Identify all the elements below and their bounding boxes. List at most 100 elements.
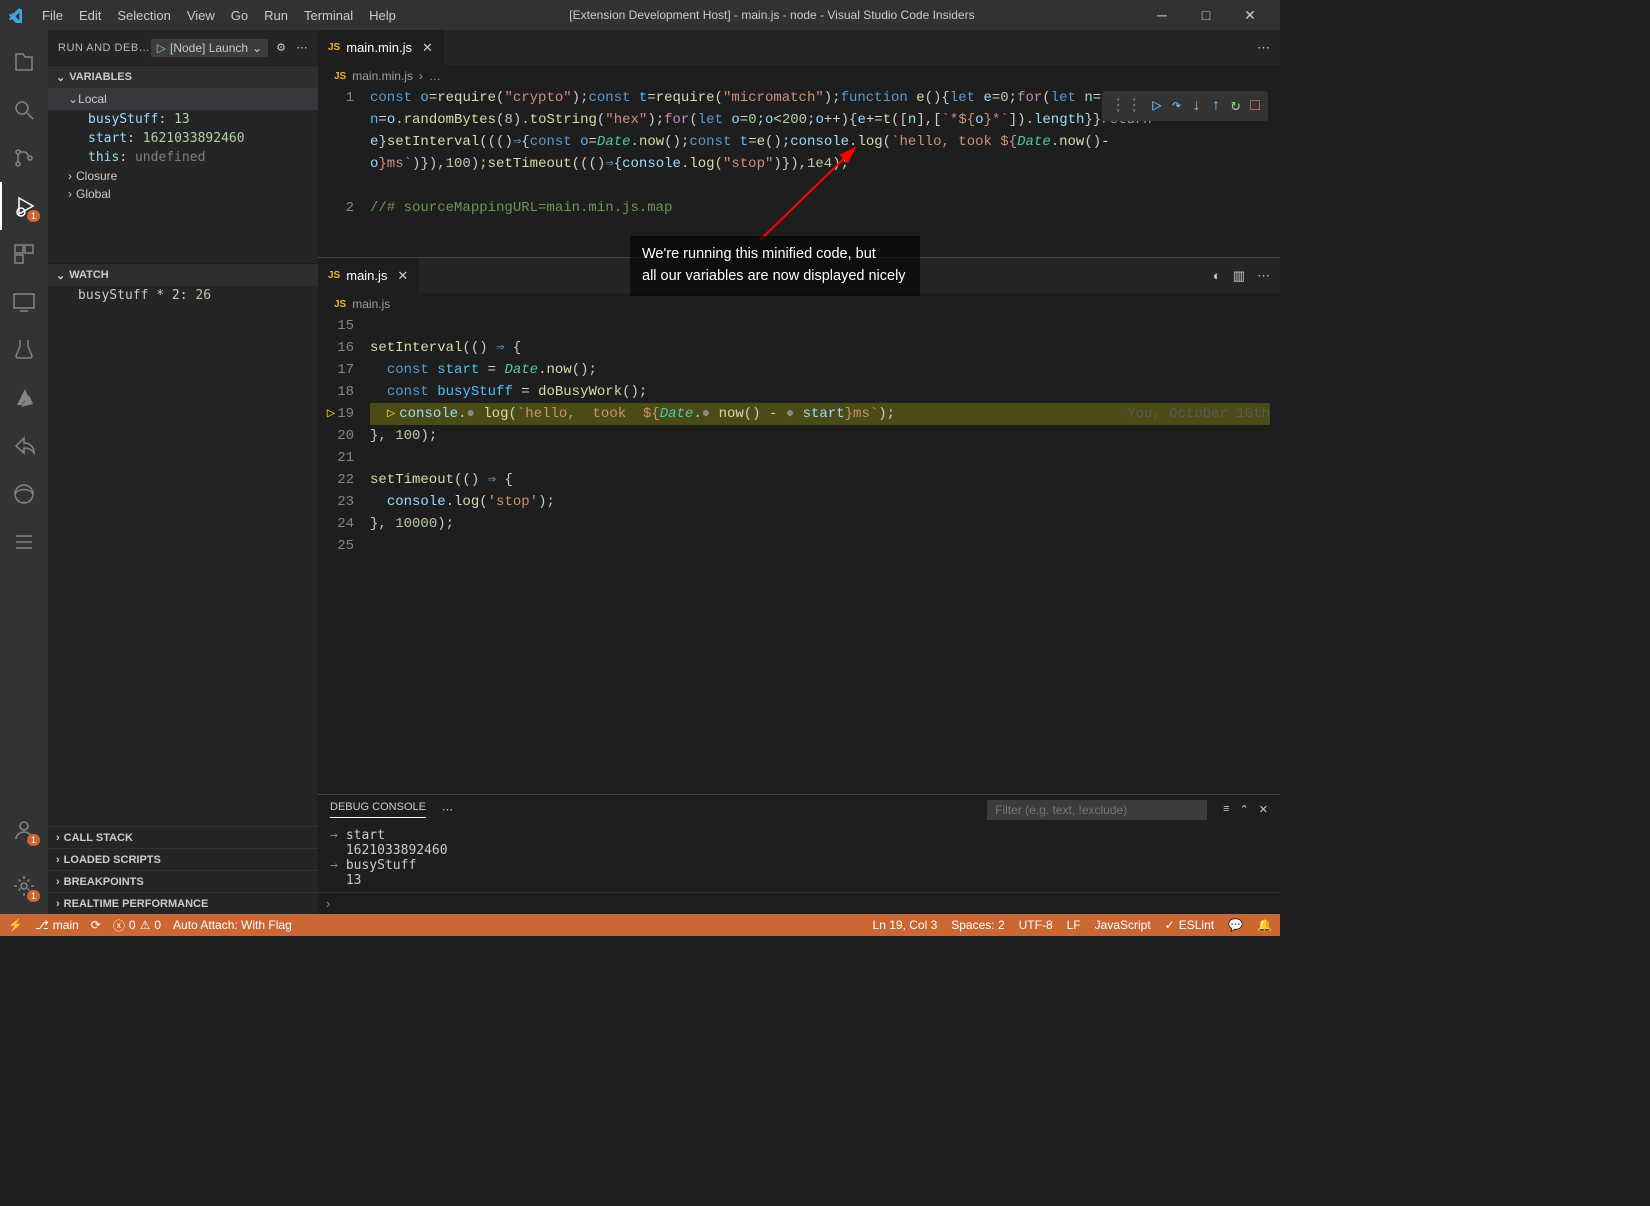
menu-terminal[interactable]: Terminal bbox=[296, 8, 361, 23]
console-row: 13 bbox=[330, 873, 1268, 888]
code-line[interactable]: }, 10000); bbox=[370, 513, 1270, 535]
debug-console-body[interactable]: →start 1621033892460→busyStuff 13 bbox=[318, 824, 1280, 892]
continue-icon[interactable]: ▷ bbox=[1152, 95, 1162, 117]
drag-handle-icon[interactable]: ⋮⋮ bbox=[1110, 95, 1142, 117]
sidebar-section[interactable]: ›CALL STACK bbox=[48, 826, 318, 848]
code-line[interactable]: ▷console.● log(`hello, took ${Date.● now… bbox=[370, 403, 1270, 425]
source-control-icon[interactable] bbox=[0, 134, 48, 182]
variables-local[interactable]: ⌄Local bbox=[48, 88, 318, 110]
sidebar-section[interactable]: ›REALTIME PERFORMANCE bbox=[48, 892, 318, 914]
variables-header[interactable]: ⌄VARIABLES bbox=[48, 66, 318, 88]
menu-run[interactable]: Run bbox=[256, 8, 296, 23]
share-icon[interactable] bbox=[0, 422, 48, 470]
indentation-button[interactable]: Spaces: 2 bbox=[951, 918, 1004, 932]
language-button[interactable]: JavaScript bbox=[1095, 918, 1151, 932]
breadcrumb-bottom[interactable]: JS main.js bbox=[318, 293, 1280, 315]
menu-help[interactable]: Help bbox=[361, 8, 404, 23]
variables-closure[interactable]: ›Closure bbox=[48, 167, 318, 185]
launch-config-select[interactable]: ▷ [Node] Launch ⌄ bbox=[151, 39, 268, 57]
debug-console-input[interactable]: › bbox=[318, 892, 1280, 914]
menu-view[interactable]: View bbox=[179, 8, 223, 23]
run-debug-label: RUN AND DEB… bbox=[58, 42, 151, 54]
code-bottom[interactable]: setInterval(() ⇒ { const start = Date.no… bbox=[370, 315, 1280, 794]
code-line[interactable]: }, 100); bbox=[370, 425, 1270, 447]
more-icon[interactable]: ⋯ bbox=[1257, 268, 1270, 284]
problems-button[interactable]: ⓧ 0 ⚠ 0 bbox=[113, 917, 161, 934]
breadcrumb-top[interactable]: JS main.min.js › … bbox=[318, 65, 1280, 87]
more-icon[interactable]: ⋯ bbox=[297, 41, 309, 54]
code-line[interactable]: console.log('stop'); bbox=[370, 491, 1270, 513]
debug-console-filter[interactable] bbox=[987, 800, 1207, 820]
arrow-icon bbox=[730, 140, 870, 250]
account-icon[interactable]: 1 bbox=[0, 806, 48, 854]
explorer-icon[interactable] bbox=[0, 38, 48, 86]
azure-icon[interactable] bbox=[0, 374, 48, 422]
minimize-icon[interactable]: ─ bbox=[1140, 7, 1184, 24]
eol-button[interactable]: LF bbox=[1067, 918, 1081, 932]
compare-icon[interactable]: ◐ bbox=[1213, 268, 1221, 283]
bell-icon[interactable]: 🔔 bbox=[1257, 918, 1272, 932]
settings-icon[interactable]: 1 bbox=[0, 862, 48, 910]
editor-bottom[interactable]: 15161718▷19202122232425 setInterval(() ⇒… bbox=[318, 315, 1280, 794]
code-line[interactable]: const busyStuff = doBusyWork(); bbox=[370, 381, 1270, 403]
auto-attach-button[interactable]: Auto Attach: With Flag bbox=[173, 918, 292, 932]
close-icon[interactable]: ✕ bbox=[1228, 7, 1272, 24]
stop-icon[interactable]: □ bbox=[1250, 95, 1260, 117]
more-icon[interactable]: ⋯ bbox=[442, 803, 453, 816]
run-debug-icon[interactable]: 1 bbox=[0, 182, 48, 230]
tab-close-icon[interactable]: ✕ bbox=[397, 268, 408, 284]
variables-global[interactable]: ›Global bbox=[48, 185, 318, 203]
variable-item[interactable]: start: 1621033892460 bbox=[48, 129, 318, 148]
chevron-up-icon[interactable]: ⌃ bbox=[1240, 803, 1249, 816]
branch-button[interactable]: ⎇ main bbox=[35, 918, 79, 932]
code-line[interactable] bbox=[370, 535, 1270, 557]
step-over-icon[interactable]: ↷ bbox=[1172, 95, 1182, 117]
titlebar: File Edit Selection View Go Run Terminal… bbox=[0, 0, 1280, 30]
remote-button[interactable]: ⚡ bbox=[8, 918, 23, 932]
variable-item[interactable]: busyStuff: 13 bbox=[48, 110, 318, 129]
code-line[interactable] bbox=[370, 447, 1270, 469]
step-into-icon[interactable]: ↓ bbox=[1192, 95, 1202, 117]
debug-badge: 1 bbox=[27, 210, 40, 222]
tab-close-icon[interactable]: ✕ bbox=[422, 40, 433, 56]
console-row: →start bbox=[330, 828, 1268, 843]
filter-input[interactable] bbox=[987, 800, 1207, 820]
split-icon[interactable]: ▥ bbox=[1233, 268, 1245, 284]
cursor-position[interactable]: Ln 19, Col 3 bbox=[873, 918, 938, 932]
eslint-button[interactable]: ✓ ESLint bbox=[1165, 918, 1214, 932]
variable-item[interactable]: this: undefined bbox=[48, 148, 318, 167]
list-icon[interactable]: ≡ bbox=[1223, 803, 1229, 816]
code-line[interactable] bbox=[370, 315, 1270, 337]
tab-main-js[interactable]: JS main.js ✕ bbox=[318, 258, 419, 293]
restart-icon[interactable]: ↻ bbox=[1231, 95, 1241, 117]
tab-main-min-js[interactable]: JS main.min.js ✕ bbox=[318, 30, 444, 65]
watch-item[interactable]: busyStuff * 2: 26 bbox=[48, 286, 318, 305]
list-icon[interactable] bbox=[0, 518, 48, 566]
menu-selection[interactable]: Selection bbox=[109, 8, 178, 23]
launch-name: [Node] Launch bbox=[170, 41, 248, 55]
watch-header[interactable]: ⌄WATCH bbox=[48, 264, 318, 286]
debug-console-tab[interactable]: DEBUG CONSOLE bbox=[330, 801, 426, 818]
menu-go[interactable]: Go bbox=[223, 8, 256, 23]
debug-toolbar[interactable]: ⋮⋮ ▷ ↷ ↓ ↑ ↻ □ bbox=[1102, 91, 1268, 121]
extensions-icon[interactable] bbox=[0, 230, 48, 278]
maximize-icon[interactable]: □ bbox=[1184, 7, 1228, 24]
close-icon[interactable]: ✕ bbox=[1259, 803, 1268, 816]
code-line[interactable]: setTimeout(() ⇒ { bbox=[370, 469, 1270, 491]
remote-icon[interactable] bbox=[0, 278, 48, 326]
sidebar-section[interactable]: ›LOADED SCRIPTS bbox=[48, 848, 318, 870]
search-icon[interactable] bbox=[0, 86, 48, 134]
menu-edit[interactable]: Edit bbox=[71, 8, 109, 23]
step-out-icon[interactable]: ↑ bbox=[1211, 95, 1221, 117]
menu-file[interactable]: File bbox=[34, 8, 71, 23]
code-line[interactable]: const start = Date.now(); bbox=[370, 359, 1270, 381]
code-line[interactable]: setInterval(() ⇒ { bbox=[370, 337, 1270, 359]
feedback-icon[interactable]: 💬 bbox=[1228, 918, 1243, 932]
more-icon[interactable]: ⋯ bbox=[1257, 40, 1270, 56]
edge-icon[interactable] bbox=[0, 470, 48, 518]
testing-icon[interactable] bbox=[0, 326, 48, 374]
sidebar-section[interactable]: ›BREAKPOINTS bbox=[48, 870, 318, 892]
encoding-button[interactable]: UTF-8 bbox=[1019, 918, 1053, 932]
gear-icon[interactable]: ⚙ bbox=[276, 41, 286, 54]
sync-button[interactable]: ⟳ bbox=[91, 918, 101, 932]
